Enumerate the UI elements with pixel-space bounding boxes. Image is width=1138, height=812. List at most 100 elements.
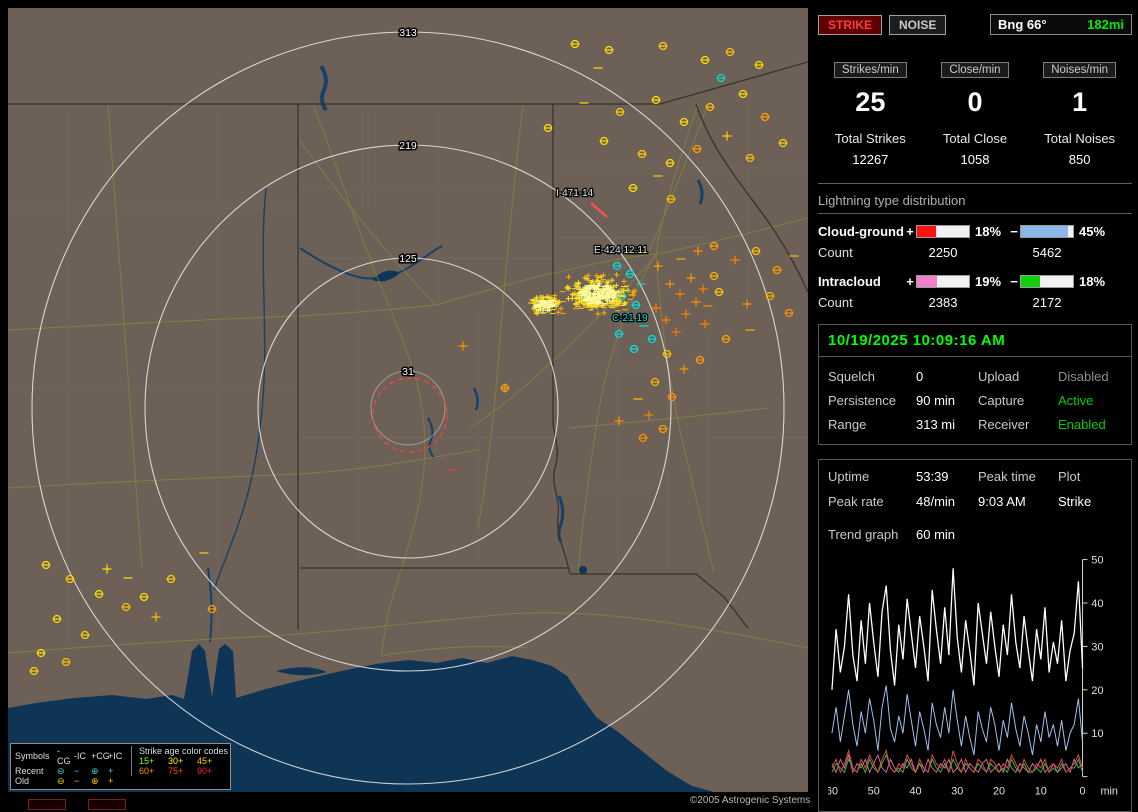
cg-negative-count: 5462	[1020, 245, 1074, 260]
panel-top-bar: STRIKE NOISE Bng 66° 182mi	[818, 14, 1132, 35]
status-section: 10/19/2025 10:09:16 AM Squelch 0 Upload …	[818, 324, 1132, 445]
legend-symbol-glyph: +	[108, 776, 123, 786]
legend-age-header: Strike age color codes	[139, 746, 224, 756]
noises-per-min-value: 1	[1027, 87, 1132, 118]
trend-y-tick-label: 40	[1091, 598, 1103, 610]
squelch-label: Squelch	[828, 369, 916, 384]
persistence-value: 90 min	[916, 393, 978, 408]
legend-symbols-table: Symbols-CG-IC+CG+ICRecent⊖−⊕+Old⊖−⊕+	[15, 746, 123, 786]
minus-sign: −	[1008, 224, 1020, 239]
trend-x-tick-label: 0	[1080, 785, 1086, 797]
persistence-label: Persistence	[828, 393, 916, 408]
legend-symbol-glyph: −	[74, 776, 89, 786]
trend-series-blue	[832, 685, 1083, 754]
total-strikes-value: 12267	[818, 152, 923, 167]
legend-age-value: 75+	[168, 766, 195, 776]
bearing-value: Bng 66°	[998, 17, 1047, 32]
ic-negative-bar-fill	[1021, 276, 1040, 287]
range-ring-label: 219	[399, 140, 417, 152]
peak-rate-value: 48/min	[916, 494, 978, 509]
intracloud-count-row: Count 2383 2172	[818, 295, 1132, 310]
legend-column-header: +CG	[91, 751, 106, 761]
section-divider-2	[818, 213, 1132, 214]
rates-section: Strikes/min 25 Total Strikes 12267 Close…	[818, 61, 1132, 167]
map-view[interactable]: 31321912531 I-471-14E-424 12:11C-21 19 S…	[8, 8, 808, 792]
noises-per-min-label: Noises/min	[1043, 62, 1116, 78]
legend-age-value: 30+	[168, 756, 195, 766]
plot-value: Strike	[1058, 494, 1122, 509]
copyright-text: ©2005 Astrogenic Systems	[690, 795, 810, 806]
upload-label: Upload	[978, 369, 1058, 384]
legend-age-value: 45+	[197, 756, 224, 766]
trend-y-tick-label: 20	[1091, 685, 1103, 697]
peak-time-label: Peak time	[978, 469, 1058, 484]
squelch-value: 0	[916, 369, 978, 384]
ic-negative-percent: 18%	[1074, 274, 1108, 289]
storm-cell-label: E-424 12:11	[594, 245, 648, 256]
cg-negative-percent: 45%	[1074, 224, 1108, 239]
ic-count-label: Count	[818, 295, 904, 310]
rate-column-close: Close/min 0 Total Close 1058	[923, 61, 1028, 167]
close-per-min-label: Close/min	[941, 62, 1008, 78]
intracloud-row: Intracloud + 19% − 18%	[818, 274, 1132, 289]
ic-negative-count: 2172	[1020, 295, 1074, 310]
legend-age-value: 90+	[197, 766, 224, 776]
bearing-display: Bng 66° 182mi	[990, 14, 1132, 35]
trend-x-axis-unit: min	[1100, 785, 1117, 797]
trend-series-white	[832, 568, 1083, 690]
ic-positive-bar-fill	[917, 276, 937, 287]
plus-sign: +	[904, 224, 916, 239]
trend-x-tick-label: 30	[951, 785, 963, 797]
range-value: 313 mi	[916, 417, 978, 432]
intracloud-label: Intracloud	[818, 274, 904, 289]
total-noises-value: 850	[1027, 152, 1132, 167]
trend-graph: 10203040506050403020100min	[828, 550, 1124, 802]
range-ring-label: 31	[402, 366, 414, 378]
cloud-ground-row: Cloud-ground + 18% − 45%	[818, 224, 1132, 239]
application-window: { "app": { "copyright": "©2005 Astrogeni…	[0, 0, 1138, 812]
strikes-per-min-value: 25	[818, 87, 923, 118]
ic-positive-bar	[916, 275, 970, 288]
trend-window-value: 60 min	[916, 527, 1122, 542]
cloud-ground-label: Cloud-ground	[818, 224, 904, 239]
legend-symbol-glyph: +	[108, 766, 123, 776]
noise-button[interactable]: NOISE	[889, 15, 946, 35]
stats-grid: Uptime 53:39 Peak time Plot Peak rate 48…	[828, 469, 1122, 509]
strikes-per-min-label: Strikes/min	[834, 62, 907, 78]
stats-section: Uptime 53:39 Peak time Plot Peak rate 48…	[818, 459, 1132, 812]
ic-positive-percent: 19%	[970, 274, 1008, 289]
receiver-value: Enabled	[1058, 417, 1122, 432]
legend-symbol-glyph: ⊖	[57, 766, 72, 776]
peak-time-value: 9:03 AM	[978, 494, 1058, 509]
mini-indicator-2	[88, 799, 126, 810]
strike-button[interactable]: STRIKE	[818, 15, 882, 35]
ic-negative-bar	[1020, 275, 1074, 288]
legend-symbols-header: Symbols	[15, 751, 55, 761]
mini-indicator-1	[28, 799, 66, 810]
uptime-value: 53:39	[916, 469, 978, 484]
rate-column-strikes: Strikes/min 25 Total Strikes 12267	[818, 61, 923, 167]
total-close-value: 1058	[923, 152, 1028, 167]
legend-symbol-glyph: ⊖	[57, 776, 72, 786]
legend-column-header: -IC	[74, 751, 89, 761]
range-label: Range	[828, 417, 916, 432]
status-divider	[819, 356, 1131, 357]
legend-column-header: -CG	[57, 746, 72, 766]
cg-positive-count: 2250	[916, 245, 970, 260]
ic-positive-count: 2383	[916, 295, 970, 310]
distribution-title: Lightning type distribution	[818, 193, 1132, 208]
plot-label: Plot	[1058, 469, 1122, 484]
distance-value: 182mi	[1087, 17, 1124, 32]
cg-positive-bar	[916, 225, 970, 238]
cg-count-label: Count	[818, 245, 904, 260]
plus-sign: +	[904, 274, 916, 289]
legend-row-label: Old	[15, 776, 55, 786]
trend-x-tick-label: 40	[909, 785, 921, 797]
legend-age-value: 60+	[139, 766, 166, 776]
cg-negative-bar-fill	[1021, 226, 1068, 237]
trend-x-tick-label: 20	[993, 785, 1005, 797]
legend-symbol-glyph: ⊕	[91, 776, 106, 786]
trend-y-tick-label: 30	[1091, 641, 1103, 653]
legend-row-label: Recent	[15, 766, 55, 776]
legend-symbol-glyph: ⊕	[91, 766, 106, 776]
